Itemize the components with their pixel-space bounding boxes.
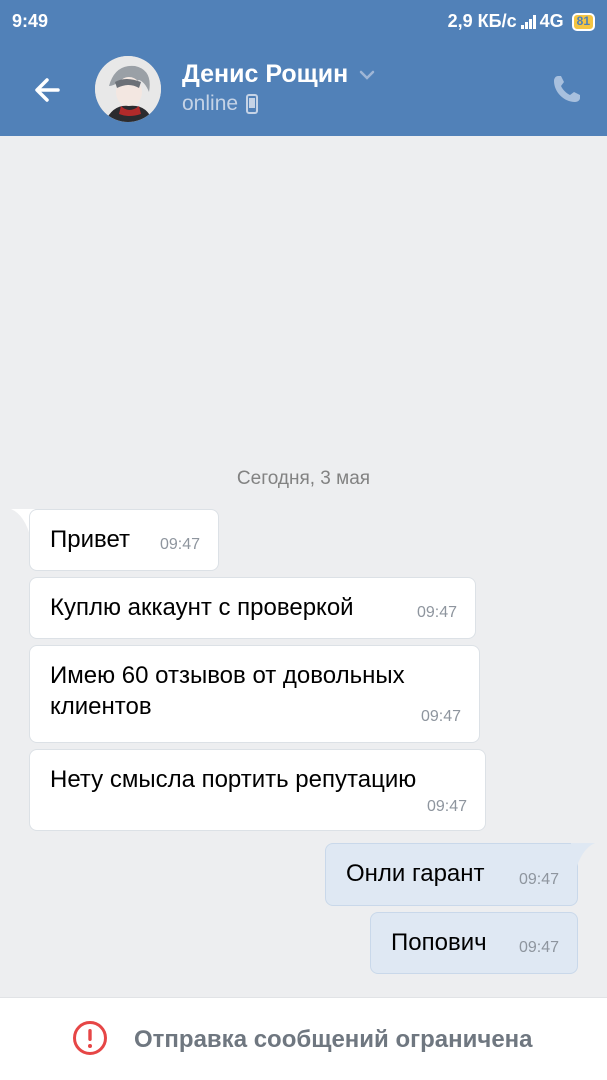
chat-header: 9:49 2,9 КБ/с 4G 81 Денис Рощин online [0,0,607,136]
restriction-message: Отправка сообщений ограничена [134,1026,533,1053]
message-time: 09:47 [518,939,559,956]
message-text: Онли гарант [346,860,485,887]
avatar[interactable] [95,56,161,122]
status-bar: 9:49 2,9 КБ/с 4G 81 [0,0,607,42]
message-text: Куплю аккаунт с проверкой [50,594,354,621]
message-time: 09:47 [159,536,200,553]
message-text: Привет [50,526,131,553]
online-status: online [182,92,259,116]
chevron-down-icon [359,70,375,80]
message-time: 09:47 [416,604,457,621]
message-bubble[interactable]: Имею 60 отзывов от довольных клиентов 09… [29,645,480,743]
battery-icon: 81 [571,12,595,31]
network-type: 4G [539,11,564,31]
phone-call-icon[interactable] [548,70,586,108]
message-bubble-outgoing[interactable]: Попович 09:47 [370,912,578,974]
date-separator: Сегодня, 3 мая [236,468,371,489]
messaging-restricted-bar: Отправка сообщений ограничена [0,997,607,1080]
message-bubble[interactable]: Привет 09:47 [29,509,219,571]
message-text: Имею 60 отзывов от довольных клиентов [50,662,405,720]
message-text: Нету смысла портить репутацию [50,766,417,793]
message-time: 09:47 [518,871,559,888]
back-arrow-icon[interactable] [28,70,68,110]
exclamation-circle-icon [73,1021,107,1055]
contact-name[interactable]: Денис Рощин [182,60,376,89]
contact-name-text: Денис Рощин [182,60,349,88]
outgoing-bubble-tail [571,843,595,873]
status-time: 9:49 [12,11,49,31]
signal-icon [520,14,536,29]
online-status-text: online [182,92,239,115]
message-bubble-outgoing[interactable]: Онли гарант 09:47 [325,843,578,906]
message-time: 09:47 [420,708,461,725]
status-indicators: 2,9 КБ/с 4G 81 [448,11,595,32]
message-bubble[interactable]: Куплю аккаунт с проверкой 09:47 [29,577,476,639]
message-bubble[interactable]: Нету смысла портить репутацию 09:47 [29,749,486,831]
network-speed: 2,9 КБ/с [447,11,517,31]
mobile-phone-icon [246,94,259,114]
message-time: 09:47 [426,798,467,815]
battery-level: 81 [576,13,590,28]
message-text: Попович [391,929,487,956]
